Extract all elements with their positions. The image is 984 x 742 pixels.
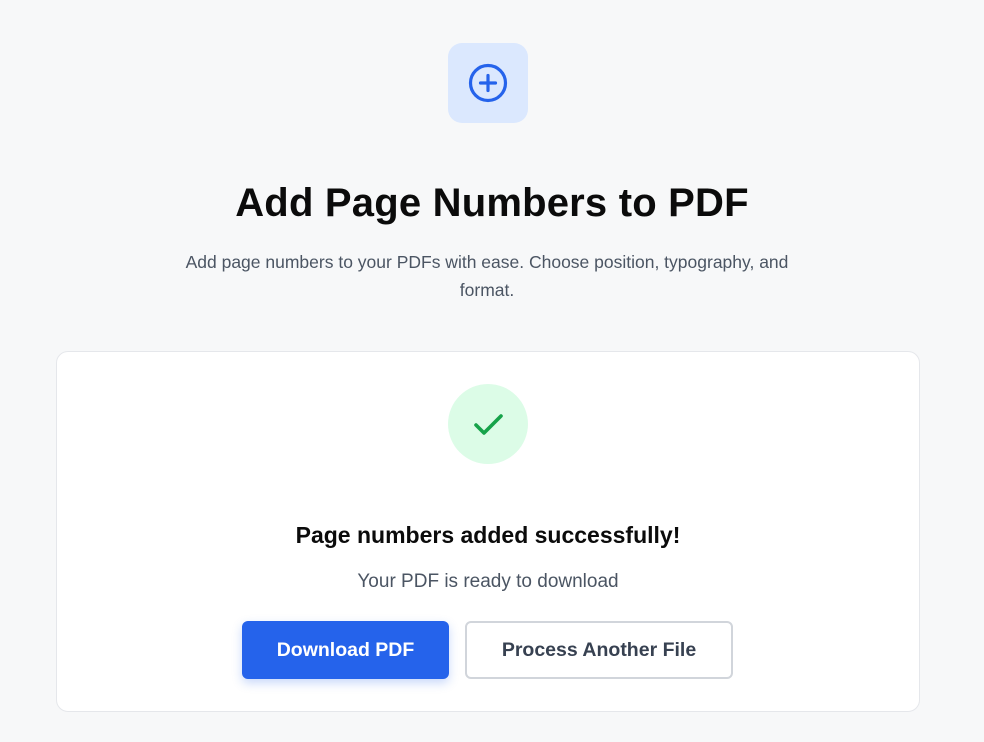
success-badge (448, 384, 528, 464)
success-subtitle: Your PDF is ready to download (357, 571, 619, 592)
page-title: Add Page Numbers to PDF (235, 181, 749, 225)
result-card: Page numbers added successfully! Your PD… (56, 351, 920, 712)
page-subtitle: Add page numbers to your PDFs with ease.… (185, 252, 789, 300)
check-icon (474, 414, 503, 435)
plus-circle-icon (468, 63, 508, 103)
download-pdf-button[interactable]: Download PDF (242, 621, 449, 679)
process-another-file-button[interactable]: Process Another File (465, 621, 733, 679)
success-title: Page numbers added successfully! (295, 522, 681, 548)
tool-icon-box (448, 43, 528, 123)
